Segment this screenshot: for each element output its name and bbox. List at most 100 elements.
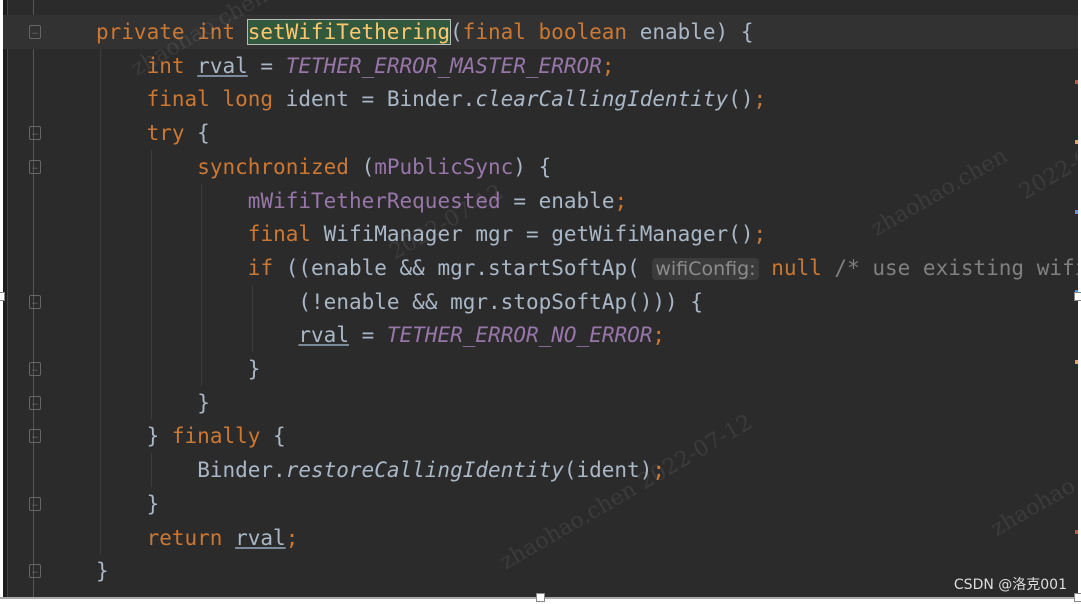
- code-text: (!enable && mgr.stopSoftAp())) {: [298, 285, 703, 319]
- fold-icon[interactable]: −: [29, 429, 41, 444]
- code-line[interactable]: if ((enable && mgr.startSoftAp( wifiConf…: [3, 250, 1078, 286]
- code-token: if: [247, 255, 286, 280]
- fold-icon[interactable]: −: [29, 496, 41, 512]
- fold-icon[interactable]: −: [29, 159, 41, 175]
- stripe-mark[interactable]: [1075, 530, 1078, 534]
- indent-guide: [201, 250, 203, 285]
- indent-guide: [150, 217, 152, 252]
- indent-guide: [150, 453, 152, 488]
- code-line[interactable]: final WifiManager mgr = getWifiManager()…: [3, 217, 1078, 252]
- code-token: clearCallingIdentity: [475, 87, 729, 112]
- indent-guide: [100, 284, 101, 319]
- code-token: /* use existing wifi: [834, 255, 1078, 280]
- code-token: setWifiTethering: [246, 19, 452, 45]
- code-token: ;: [753, 222, 767, 247]
- code-line[interactable]: (!enable && mgr.stopSoftAp())) {: [3, 284, 1078, 319]
- code-line[interactable]: try {: [3, 116, 1078, 151]
- code-text: }: [197, 386, 210, 420]
- code-token: ;: [753, 87, 767, 112]
- credit-watermark: CSDN @洛克001: [953, 577, 1067, 593]
- code-text: synchronized (mPublicSync) {: [197, 150, 551, 184]
- fold-icon[interactable]: −: [29, 25, 41, 40]
- code-line[interactable]: }: [3, 554, 1078, 588]
- resize-handle[interactable]: [536, 593, 545, 602]
- code-line[interactable]: Binder.restoreCallingIdentity(ident);: [3, 453, 1078, 488]
- code-line[interactable]: }: [3, 385, 1078, 420]
- code-token: mPublicSync: [374, 154, 514, 179]
- code-token: = enable: [500, 188, 615, 213]
- code-text: final long ident = Binder.clearCallingId…: [147, 82, 767, 116]
- indent-guide: [100, 453, 101, 488]
- code-token: null: [771, 255, 835, 280]
- code-text: Binder.restoreCallingIdentity(ident);: [197, 453, 665, 487]
- code-token: rval: [235, 525, 286, 550]
- code-text: final WifiManager mgr = getWifiManager()…: [248, 217, 766, 251]
- code-text: } finally {: [147, 419, 286, 453]
- code-token: TETHER_ERROR_NO_ERROR: [386, 323, 653, 348]
- stripe-mark[interactable]: [1075, 360, 1078, 364]
- fold-icon[interactable]: −: [29, 395, 41, 411]
- indent-guide: [150, 250, 152, 285]
- stripe-mark[interactable]: [1075, 80, 1078, 84]
- code-token: }: [247, 357, 261, 381]
- code-token: finally: [171, 424, 274, 449]
- fold-icon[interactable]: −: [29, 126, 41, 141]
- code-text: rval = TETHER_ERROR_NO_ERROR;: [298, 318, 665, 352]
- code-text: if ((enable && mgr.startSoftAp( wifiConf…: [248, 251, 1078, 286]
- fold-icon[interactable]: −: [29, 294, 41, 310]
- code-editor[interactable]: private int setWifiTethering(final boole…: [3, 0, 1078, 597]
- code-token: {: [273, 424, 286, 449]
- indent-guide: [150, 149, 152, 184]
- indent-guide: [100, 183, 101, 218]
- code-token: synchronized: [197, 154, 362, 179]
- code-line[interactable]: synchronized (mPublicSync) {: [3, 149, 1078, 184]
- code-token: ident = Binder.: [285, 87, 476, 112]
- indent-guide: [150, 352, 152, 386]
- code-token: enable) {: [639, 20, 754, 44]
- code-text: int rval = TETHER_ERROR_MASTER_ERROR;: [147, 49, 615, 83]
- code-token: (!enable && mgr.stopSoftAp())) {: [298, 289, 703, 314]
- code-token: rval: [197, 53, 248, 78]
- code-line[interactable]: }: [3, 352, 1078, 386]
- code-token: }: [146, 491, 160, 516]
- code-token: Binder.: [197, 458, 286, 483]
- indent-guide: [100, 352, 101, 386]
- fold-icon[interactable]: −: [29, 564, 41, 579]
- stripe-mark[interactable]: [1075, 140, 1078, 144]
- code-line[interactable]: rval = TETHER_ERROR_NO_ERROR;: [3, 318, 1078, 353]
- indent-guide: [100, 217, 101, 252]
- resize-handle[interactable]: [0, 292, 5, 301]
- fold-icon[interactable]: −: [29, 362, 41, 377]
- indent-guide: [100, 486, 101, 521]
- code-line[interactable]: } finally {: [3, 419, 1078, 454]
- code-token: }: [197, 390, 210, 415]
- indent-guide: [201, 183, 203, 218]
- indent-guide: [201, 352, 203, 386]
- code-token: ;: [652, 323, 666, 348]
- code-token: (: [450, 20, 463, 44]
- code-line[interactable]: final long ident = Binder.clearCallingId…: [3, 82, 1078, 117]
- resize-handle[interactable]: [1074, 292, 1081, 301]
- code-text: try {: [147, 116, 210, 150]
- indent-guide: [100, 149, 101, 184]
- indent-guide: [150, 385, 152, 420]
- code-text: }: [96, 554, 109, 588]
- code-token: =: [247, 53, 286, 78]
- resize-handle[interactable]: [1074, 593, 1081, 602]
- code-line[interactable]: }: [3, 486, 1078, 521]
- indent-guide: [100, 419, 101, 454]
- code-token: final: [247, 222, 324, 247]
- stripe-mark[interactable]: [1075, 210, 1078, 214]
- code-token: ;: [601, 53, 615, 78]
- indent-guide: [100, 48, 101, 83]
- code-token: =: [348, 323, 387, 348]
- indent-guide: [150, 183, 152, 218]
- code-token: ;: [285, 525, 299, 550]
- code-token: }: [146, 424, 172, 449]
- code-token: return: [146, 525, 236, 550]
- indent-guide: [100, 318, 101, 353]
- indent-guide: [201, 318, 203, 353]
- code-token: rval: [298, 323, 349, 348]
- code-token: }: [96, 559, 109, 584]
